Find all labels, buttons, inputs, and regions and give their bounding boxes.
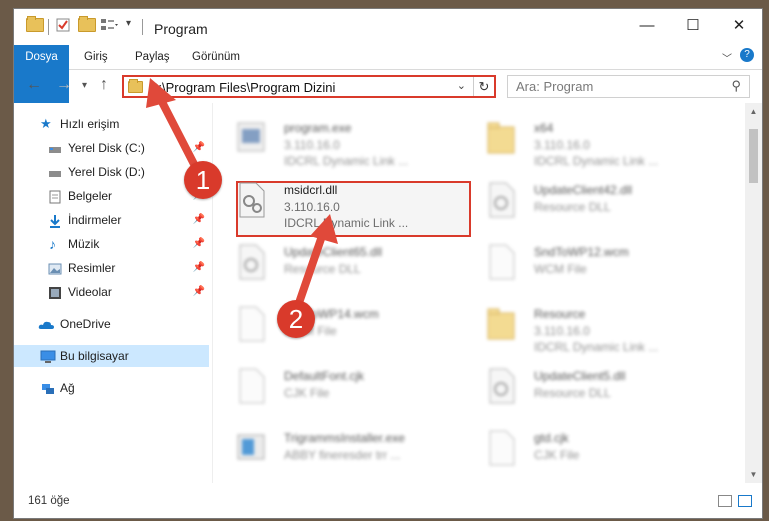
arrow-1 [146,78,200,172]
step-badge-2: 2 [277,300,315,338]
step-badge-1: 1 [184,161,222,199]
arrow-2 [296,214,338,304]
annotation-arrows [146,78,338,304]
